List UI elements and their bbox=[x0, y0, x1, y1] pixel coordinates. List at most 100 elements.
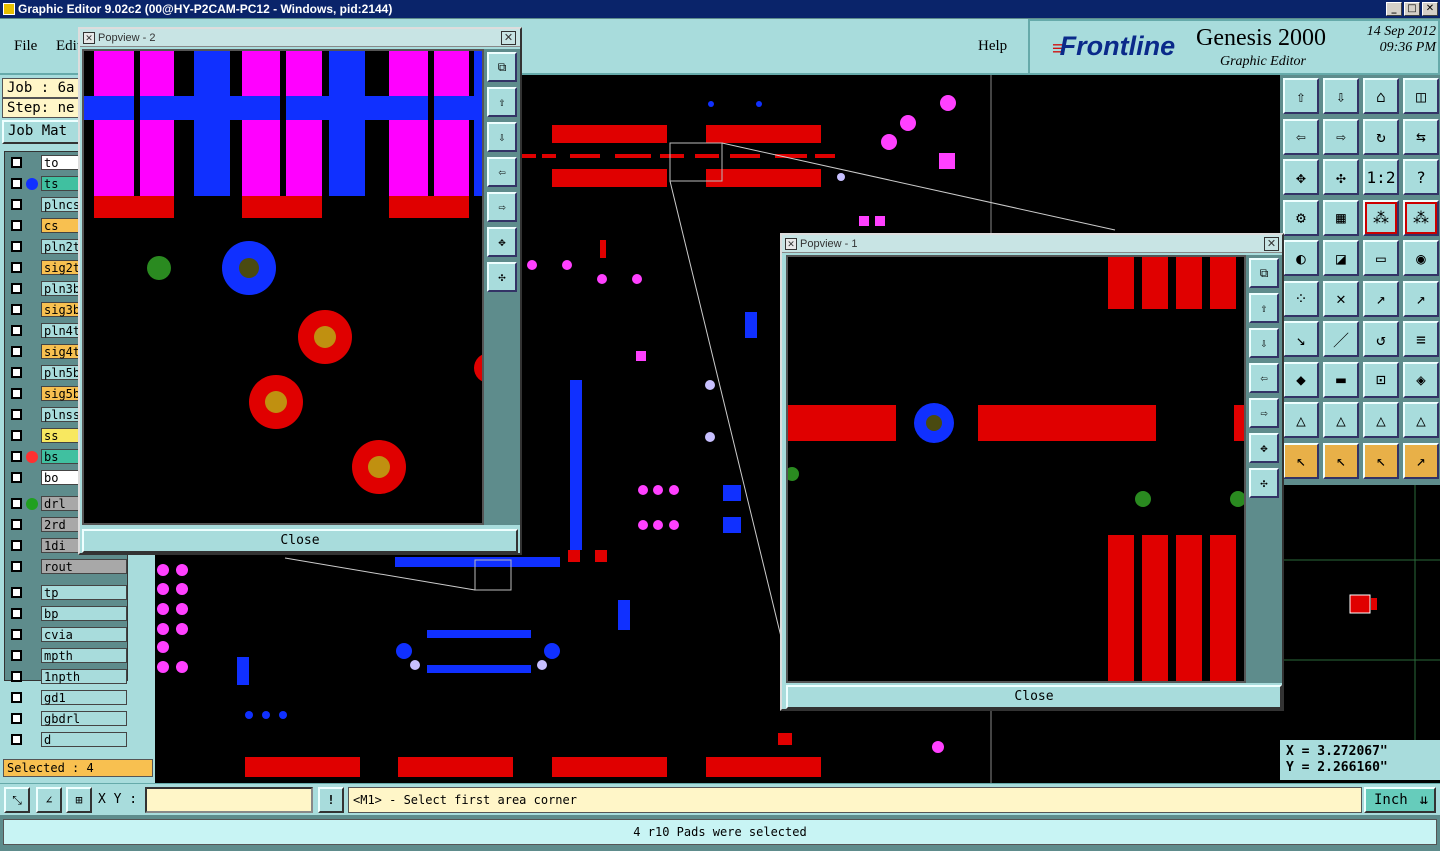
popview-fit-icon[interactable]: ⧉ bbox=[1249, 258, 1279, 288]
scale-icon[interactable]: 1:2 bbox=[1363, 159, 1399, 195]
net-icon[interactable]: ⁂ bbox=[1363, 199, 1399, 236]
layer-checkbox[interactable] bbox=[11, 650, 22, 661]
popview-pan-down-icon[interactable]: ⇩ bbox=[487, 122, 517, 152]
popview-pan-right-icon[interactable]: ⇨ bbox=[487, 192, 517, 222]
layer-checkbox[interactable] bbox=[11, 346, 22, 357]
select-path-icon[interactable]: ↗ bbox=[1403, 442, 1439, 479]
maximize-button[interactable]: □ bbox=[1404, 2, 1420, 16]
layer-next-icon[interactable]: ⇨ bbox=[1323, 118, 1359, 155]
route-icon[interactable]: ↗ bbox=[1363, 280, 1399, 317]
cross-icon[interactable]: ✕ bbox=[1323, 280, 1359, 317]
grid-snap-icon[interactable]: ⊞ bbox=[66, 787, 92, 813]
trace-icon[interactable]: ▬ bbox=[1323, 361, 1359, 398]
layer-name[interactable]: tp bbox=[41, 585, 127, 600]
surface-icon[interactable]: ◈ bbox=[1403, 361, 1439, 398]
layer-checkbox[interactable] bbox=[11, 157, 22, 168]
route-alt-icon[interactable]: ↗ bbox=[1403, 280, 1439, 317]
xy-input[interactable] bbox=[145, 787, 313, 813]
measure-icon[interactable]: ∠ bbox=[36, 787, 62, 813]
minimize-button[interactable]: _ bbox=[1386, 2, 1402, 16]
feature-icon[interactable]: ◐ bbox=[1283, 240, 1319, 276]
layer-checkbox[interactable] bbox=[11, 220, 22, 231]
layer-checkbox[interactable] bbox=[11, 388, 22, 399]
layer-checkbox[interactable] bbox=[11, 734, 22, 745]
text-icon[interactable]: ≡ bbox=[1403, 321, 1439, 357]
layer-checkbox[interactable] bbox=[11, 713, 22, 724]
zoom-area-icon[interactable]: ⤡ bbox=[4, 787, 30, 813]
layer-checkbox[interactable] bbox=[11, 608, 22, 619]
layer-checkbox[interactable] bbox=[11, 199, 22, 210]
popview-zoom-in-icon[interactable]: ✥ bbox=[1249, 433, 1279, 463]
layer-row[interactable]: gd1 bbox=[7, 690, 127, 705]
popview-zoom-out-icon[interactable]: ✣ bbox=[487, 262, 517, 292]
layer-row[interactable]: gbdrl bbox=[7, 711, 127, 726]
popview-pan-up-icon[interactable]: ⇧ bbox=[1249, 293, 1279, 323]
mirror-icon[interactable]: ⇆ bbox=[1403, 118, 1439, 155]
layer-checkbox[interactable] bbox=[11, 472, 22, 483]
dimension-icon[interactable]: ⊡ bbox=[1363, 361, 1399, 398]
save-job-icon[interactable]: ⇩ bbox=[1323, 78, 1359, 114]
select-alt-icon[interactable]: ↖ bbox=[1363, 442, 1399, 479]
open-job-icon[interactable]: ⇧ bbox=[1283, 78, 1319, 114]
layer-name[interactable]: gbdrl bbox=[41, 711, 127, 726]
layer-checkbox[interactable] bbox=[11, 241, 22, 252]
popview-pan-left-icon[interactable]: ⇦ bbox=[487, 157, 517, 187]
connect-icon[interactable]: ⁘ bbox=[1283, 280, 1319, 317]
net-select-icon[interactable]: ⁂ bbox=[1403, 199, 1439, 236]
settings-icon[interactable]: ⚙ bbox=[1283, 199, 1319, 236]
close-window-button[interactable]: ✕ bbox=[1422, 2, 1438, 16]
layer-checkbox[interactable] bbox=[11, 540, 22, 551]
window-icon[interactable]: ◫ bbox=[1403, 78, 1439, 114]
unit-selector[interactable]: Inch ⇊ bbox=[1364, 787, 1436, 813]
layer-checkbox[interactable] bbox=[11, 451, 22, 462]
menu-file[interactable]: File bbox=[14, 38, 37, 55]
angle-icon[interactable]: ↘ bbox=[1283, 321, 1319, 357]
layer-checkbox[interactable] bbox=[11, 561, 22, 572]
popview-fit-icon[interactable]: ⧉ bbox=[487, 52, 517, 82]
layer-prev-icon[interactable]: ⇦ bbox=[1283, 118, 1319, 155]
popview-2-close-button[interactable]: Close bbox=[82, 529, 518, 553]
menu-help[interactable]: Help bbox=[978, 38, 1007, 55]
zoom-home-icon[interactable]: ✣ bbox=[1323, 159, 1359, 195]
select-icon[interactable]: ↖ bbox=[1283, 442, 1319, 479]
shape-icon[interactable]: ◆ bbox=[1283, 361, 1319, 398]
ruler-icon[interactable]: ▭ bbox=[1363, 240, 1399, 276]
popview-2-close-x[interactable]: ✕ bbox=[501, 31, 516, 45]
layer-name[interactable]: gd1 bbox=[41, 690, 127, 705]
layer-name[interactable]: cvia bbox=[41, 627, 127, 642]
layer-checkbox[interactable] bbox=[11, 519, 22, 530]
layer-row[interactable]: d bbox=[7, 732, 127, 747]
layer-row[interactable]: tp bbox=[7, 585, 127, 600]
layer-checkbox[interactable] bbox=[11, 367, 22, 378]
layer-checkbox[interactable] bbox=[11, 262, 22, 273]
layer-checkbox[interactable] bbox=[11, 498, 22, 509]
select-box-icon[interactable]: ↖ bbox=[1323, 442, 1359, 479]
line-icon[interactable]: ／ bbox=[1323, 321, 1359, 357]
popview-pan-right-icon[interactable]: ⇨ bbox=[1249, 398, 1279, 428]
layer-checkbox[interactable] bbox=[11, 671, 22, 682]
popview-1-close-button[interactable]: Close bbox=[786, 685, 1282, 709]
layer-name[interactable]: bp bbox=[41, 606, 127, 621]
popview-1-view[interactable] bbox=[786, 255, 1246, 683]
layer-name[interactable]: 1npth bbox=[41, 669, 127, 684]
layer-checkbox[interactable] bbox=[11, 692, 22, 703]
zoom-fit-icon[interactable]: ✥ bbox=[1283, 159, 1319, 195]
popview-2-view[interactable] bbox=[82, 49, 484, 525]
layer-name[interactable]: mpth bbox=[41, 648, 127, 663]
draw-icon[interactable]: ◪ bbox=[1323, 240, 1359, 276]
layer-name[interactable]: rout bbox=[41, 559, 127, 574]
grid-icon[interactable]: ▦ bbox=[1323, 199, 1359, 236]
layer-checkbox[interactable] bbox=[11, 283, 22, 294]
popview-zoom-out-icon[interactable]: ✣ bbox=[1249, 468, 1279, 498]
popview-zoom-in-icon[interactable]: ✥ bbox=[487, 227, 517, 257]
layer-row[interactable]: cvia bbox=[7, 627, 127, 642]
popview-pan-up-icon[interactable]: ⇧ bbox=[487, 87, 517, 117]
home-icon[interactable]: ⌂ bbox=[1363, 78, 1399, 114]
layer-checkbox[interactable] bbox=[11, 409, 22, 420]
outline-icon[interactable]: △ bbox=[1363, 402, 1399, 438]
layer-checkbox[interactable] bbox=[11, 430, 22, 441]
pad-icon[interactable]: ◉ bbox=[1403, 240, 1439, 276]
layer-checkbox[interactable] bbox=[11, 178, 22, 189]
help-icon[interactable]: ? bbox=[1403, 159, 1439, 195]
layer-checkbox[interactable] bbox=[11, 325, 22, 336]
